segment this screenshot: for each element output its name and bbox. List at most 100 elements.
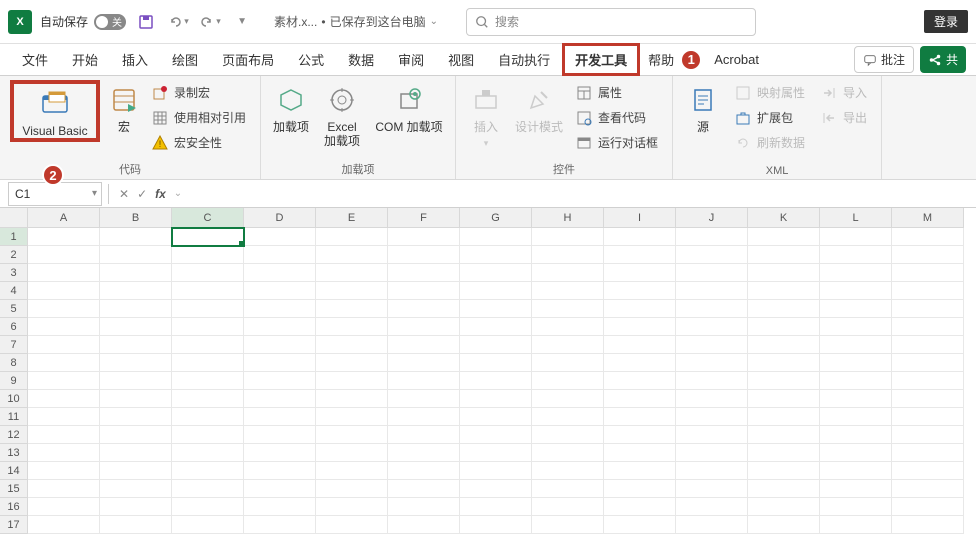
cell[interactable] bbox=[748, 318, 820, 336]
cell[interactable] bbox=[676, 444, 748, 462]
cell[interactable] bbox=[676, 354, 748, 372]
cell[interactable] bbox=[28, 462, 100, 480]
cell[interactable] bbox=[244, 318, 316, 336]
column-header[interactable]: C bbox=[172, 208, 244, 228]
tab-review[interactable]: 审阅 bbox=[386, 44, 436, 75]
cell[interactable] bbox=[244, 228, 316, 246]
cell[interactable] bbox=[28, 336, 100, 354]
cell[interactable] bbox=[460, 462, 532, 480]
undo-button[interactable]: ▾ bbox=[166, 10, 190, 34]
cell[interactable] bbox=[532, 390, 604, 408]
cell[interactable] bbox=[676, 390, 748, 408]
cell[interactable] bbox=[748, 282, 820, 300]
cell[interactable] bbox=[100, 480, 172, 498]
cell[interactable] bbox=[604, 246, 676, 264]
cell[interactable] bbox=[748, 300, 820, 318]
cell[interactable] bbox=[604, 282, 676, 300]
cell[interactable] bbox=[460, 372, 532, 390]
cell[interactable] bbox=[316, 228, 388, 246]
run-dialog-button[interactable]: 运行对话框 bbox=[572, 132, 662, 153]
cell[interactable] bbox=[820, 480, 892, 498]
cell[interactable] bbox=[316, 372, 388, 390]
cell[interactable] bbox=[388, 480, 460, 498]
cell[interactable] bbox=[676, 282, 748, 300]
cell[interactable] bbox=[820, 300, 892, 318]
cell[interactable] bbox=[244, 516, 316, 534]
cell[interactable] bbox=[676, 426, 748, 444]
column-header[interactable]: F bbox=[388, 208, 460, 228]
addins-button[interactable]: 加载项 bbox=[271, 80, 311, 134]
cell[interactable] bbox=[172, 246, 244, 264]
cell[interactable] bbox=[604, 480, 676, 498]
cell[interactable] bbox=[28, 480, 100, 498]
cell[interactable] bbox=[604, 300, 676, 318]
cell[interactable] bbox=[244, 480, 316, 498]
cell[interactable] bbox=[28, 426, 100, 444]
cell[interactable] bbox=[244, 426, 316, 444]
column-header[interactable]: J bbox=[676, 208, 748, 228]
cell[interactable] bbox=[244, 462, 316, 480]
row-header[interactable]: 10 bbox=[0, 390, 28, 408]
cell[interactable] bbox=[460, 300, 532, 318]
cell[interactable] bbox=[532, 354, 604, 372]
cell[interactable] bbox=[172, 408, 244, 426]
cell[interactable] bbox=[604, 264, 676, 282]
macros-button[interactable]: 宏 bbox=[108, 80, 140, 134]
cell[interactable] bbox=[604, 336, 676, 354]
cell[interactable] bbox=[532, 300, 604, 318]
cell[interactable] bbox=[244, 300, 316, 318]
row-header[interactable]: 5 bbox=[0, 300, 28, 318]
cell[interactable] bbox=[172, 480, 244, 498]
cell[interactable] bbox=[820, 336, 892, 354]
visual-basic-button[interactable]: Visual Basic bbox=[10, 80, 100, 142]
cell[interactable] bbox=[676, 228, 748, 246]
cell[interactable] bbox=[100, 264, 172, 282]
cell[interactable] bbox=[388, 228, 460, 246]
cell[interactable] bbox=[892, 372, 964, 390]
cell[interactable] bbox=[172, 228, 244, 246]
cell[interactable] bbox=[604, 426, 676, 444]
cell[interactable] bbox=[604, 498, 676, 516]
cell[interactable] bbox=[172, 300, 244, 318]
cell[interactable] bbox=[820, 390, 892, 408]
cell[interactable] bbox=[532, 246, 604, 264]
comments-button[interactable]: 批注 bbox=[854, 46, 914, 73]
cell[interactable] bbox=[892, 498, 964, 516]
tab-draw[interactable]: 绘图 bbox=[160, 44, 210, 75]
cell[interactable] bbox=[460, 318, 532, 336]
cell[interactable] bbox=[316, 408, 388, 426]
cell[interactable] bbox=[244, 264, 316, 282]
row-header[interactable]: 15 bbox=[0, 480, 28, 498]
cell[interactable] bbox=[28, 246, 100, 264]
column-header[interactable]: D bbox=[244, 208, 316, 228]
cell[interactable] bbox=[892, 354, 964, 372]
cell[interactable] bbox=[604, 390, 676, 408]
cell[interactable] bbox=[388, 300, 460, 318]
cell[interactable] bbox=[28, 264, 100, 282]
tab-automate[interactable]: 自动执行 bbox=[486, 44, 562, 75]
cell[interactable] bbox=[604, 462, 676, 480]
cell[interactable] bbox=[244, 390, 316, 408]
row-header[interactable]: 17 bbox=[0, 516, 28, 534]
cell[interactable] bbox=[100, 354, 172, 372]
cell[interactable] bbox=[100, 426, 172, 444]
cell[interactable] bbox=[388, 462, 460, 480]
column-header[interactable]: E bbox=[316, 208, 388, 228]
select-all-corner[interactable] bbox=[0, 208, 28, 228]
cell[interactable] bbox=[388, 354, 460, 372]
search-input[interactable]: 搜索 bbox=[466, 8, 756, 36]
cell[interactable] bbox=[604, 516, 676, 534]
tab-file[interactable]: 文件 bbox=[10, 44, 60, 75]
cell[interactable] bbox=[388, 246, 460, 264]
row-header[interactable]: 14 bbox=[0, 462, 28, 480]
cancel-formula-icon[interactable]: ✕ bbox=[115, 187, 133, 201]
cell[interactable] bbox=[316, 300, 388, 318]
xml-source-button[interactable]: 源 bbox=[683, 80, 723, 134]
cell[interactable] bbox=[388, 336, 460, 354]
cell[interactable] bbox=[100, 516, 172, 534]
cell[interactable] bbox=[820, 246, 892, 264]
cell[interactable] bbox=[100, 498, 172, 516]
cell[interactable] bbox=[820, 228, 892, 246]
cell[interactable] bbox=[892, 264, 964, 282]
cell[interactable] bbox=[460, 516, 532, 534]
